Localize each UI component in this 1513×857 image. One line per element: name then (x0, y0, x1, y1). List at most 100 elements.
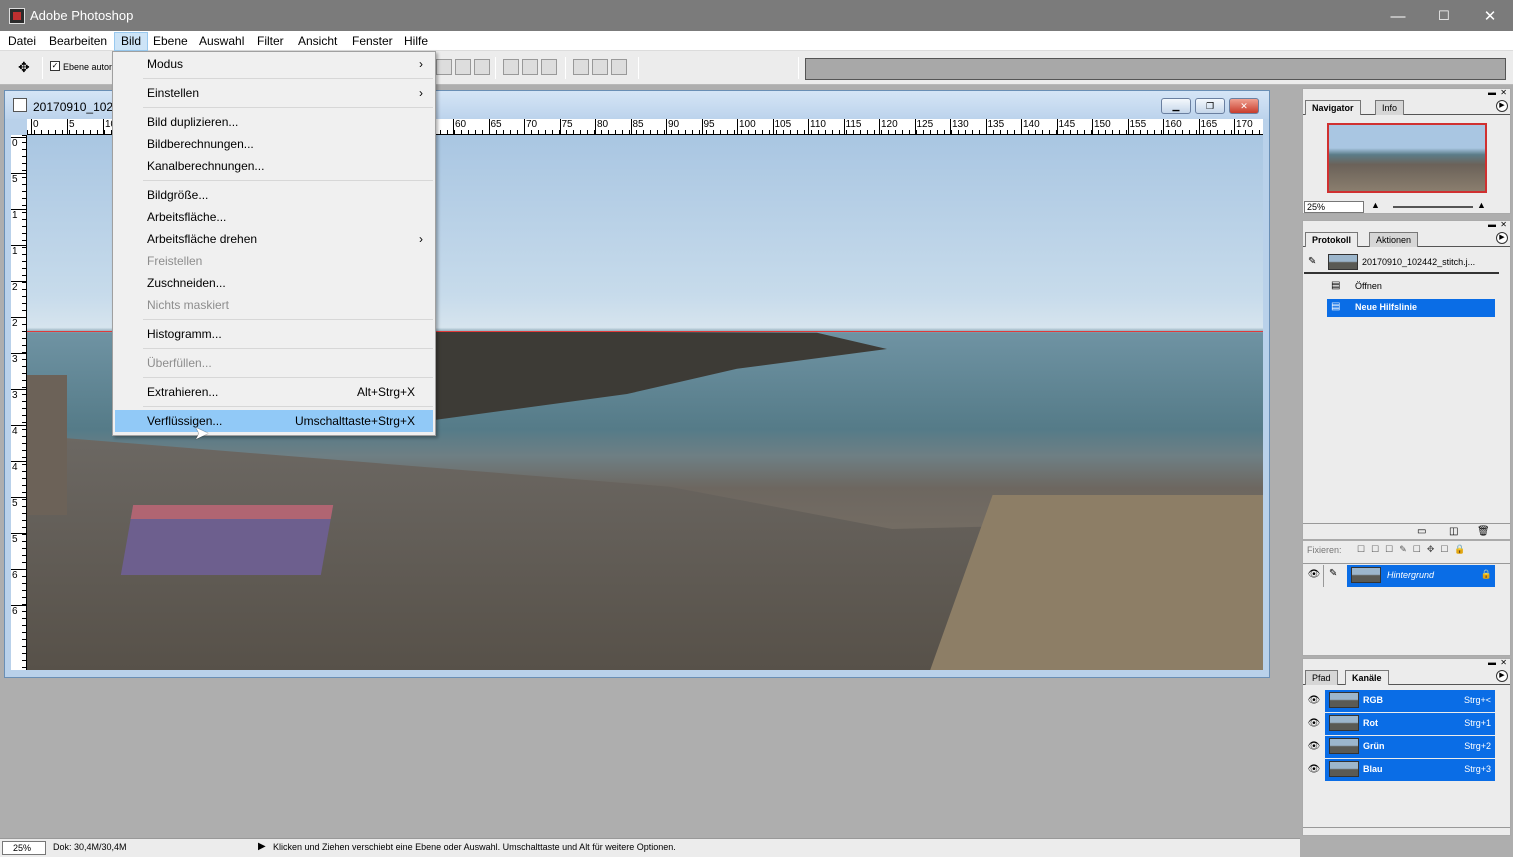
eye-icon[interactable]: 👁 (1307, 694, 1321, 708)
panel-minimize-icon[interactable]: ▬ (1488, 659, 1496, 668)
channel-row[interactable]: Rot Strg+1 (1325, 713, 1495, 735)
menu-bildgroesse[interactable]: Bildgröße... (115, 184, 433, 206)
lock-icons[interactable]: ☐☐☐✎☐✥☐🔒 (1357, 544, 1472, 555)
tab-pfad[interactable]: Pfad (1305, 670, 1338, 685)
new-document-icon[interactable]: ▭ (1417, 526, 1426, 537)
zoom-slider[interactable] (1393, 206, 1473, 208)
panel-menu-icon[interactable]: ▶ (1496, 670, 1508, 682)
ruler-minor-tick (1252, 130, 1253, 134)
distribute-middle-icon[interactable] (522, 59, 538, 75)
ruler-minor-tick (895, 130, 896, 134)
menu-auswahl[interactable]: Auswahl (193, 32, 250, 51)
eye-icon[interactable]: 👁 (1307, 717, 1321, 731)
align-middle-icon[interactable] (455, 59, 471, 75)
channel-name: RGB (1363, 695, 1383, 705)
history-step-guide[interactable]: ▤ Neue Hilfslinie (1327, 299, 1495, 317)
shortcut-label: Alt+Strg+X (356, 385, 415, 399)
ruler-minor-tick (496, 130, 497, 134)
channel-row[interactable]: Grün Strg+2 (1325, 736, 1495, 758)
zoom-in-icon[interactable]: ▲ (1477, 200, 1486, 210)
menu-hilfe[interactable]: Hilfe (398, 32, 434, 51)
doc-minimize-button[interactable]: ▁ (1161, 98, 1191, 114)
status-menu-arrow-icon[interactable]: ▶ (258, 841, 266, 852)
ruler-minor-tick (22, 632, 26, 633)
doc-close-button[interactable]: ✕ (1229, 98, 1259, 114)
ruler-minor-tick (1245, 130, 1246, 134)
trash-icon[interactable]: 🗑 (1477, 526, 1490, 537)
history-snapshot[interactable]: ✎ 20170910_102442_stitch.j... (1304, 252, 1499, 274)
panel-close-icon[interactable]: ✕ (1500, 221, 1507, 230)
layer-row-hintergrund[interactable]: Hintergrund 🔒 (1347, 565, 1495, 587)
ruler-minor-tick (62, 130, 63, 134)
channel-row[interactable]: Blau Strg+3 (1325, 759, 1495, 781)
ruler-minor-tick (22, 485, 26, 486)
ruler-minor-tick (685, 130, 686, 134)
minimize-button[interactable]: — (1375, 4, 1421, 28)
menu-einstellen[interactable]: Einstellen › (115, 82, 433, 104)
menu-bildberechnungen[interactable]: Bildberechnungen... (115, 133, 433, 155)
eye-icon[interactable]: 👁 (1307, 740, 1321, 754)
align-buttons (436, 59, 490, 77)
align-bottom-icon[interactable] (474, 59, 490, 75)
auto-select-label: Ebene autom (63, 62, 117, 72)
ruler-minor-tick (454, 130, 455, 134)
ruler-minor-tick (601, 130, 602, 134)
panel-close-icon[interactable]: ✕ (1500, 659, 1507, 668)
menu-arbeitsflaeche-drehen[interactable]: Arbeitsfläche drehen › (115, 228, 433, 250)
menu-modus[interactable]: Modus › (115, 53, 433, 75)
channel-thumbnail (1329, 692, 1359, 708)
panel-close-icon[interactable]: ✕ (1500, 89, 1507, 98)
ruler-minor-tick (1238, 130, 1239, 134)
tab-navigator[interactable]: Navigator (1305, 100, 1361, 115)
close-button[interactable]: ✕ (1467, 4, 1513, 28)
menu-bild-duplizieren[interactable]: Bild duplizieren... (115, 111, 433, 133)
ruler-minor-tick (22, 275, 26, 276)
menu-bearbeiten[interactable]: Bearbeiten (43, 32, 113, 51)
eye-icon[interactable]: 👁 (1307, 568, 1321, 582)
menu-verfluessigen[interactable]: Verflüssigen... Umschalttaste+Strg+X (115, 410, 433, 432)
tab-protokoll[interactable]: Protokoll (1305, 232, 1359, 247)
ruler-minor-tick (622, 130, 623, 134)
menu-extrahieren[interactable]: Extrahieren... Alt+Strg+X (115, 381, 433, 403)
tab-aktionen[interactable]: Aktionen (1369, 232, 1419, 247)
distribute-bottom-icon[interactable] (541, 59, 557, 75)
menu-bild[interactable]: Bild (114, 32, 149, 51)
ruler-minor-tick (965, 130, 966, 134)
navigator-thumbnail[interactable] (1327, 123, 1487, 193)
menu-arbeitsflaeche[interactable]: Arbeitsfläche... (115, 206, 433, 228)
menu-filter[interactable]: Filter (251, 32, 290, 51)
align-center-icon[interactable] (436, 59, 452, 75)
distribute-top-icon[interactable] (503, 59, 519, 75)
move-icon[interactable]: ✥ (18, 59, 30, 76)
distribute-right-icon[interactable] (611, 59, 627, 75)
panel-minimize-icon[interactable]: ▬ (1488, 221, 1496, 230)
ruler-minor-tick (1098, 130, 1099, 134)
zoom-out-icon[interactable]: ▲ (1371, 200, 1380, 210)
panel-minimize-icon[interactable]: ▬ (1488, 89, 1496, 98)
menu-zuschneiden[interactable]: Zuschneiden... (115, 272, 433, 294)
status-zoom-field[interactable]: 25% (2, 841, 46, 855)
distribute-h-buttons (573, 59, 627, 77)
distribute-left-icon[interactable] (573, 59, 589, 75)
ruler-minor-tick (22, 576, 26, 577)
auto-select-checkbox[interactable]: ✓ (50, 61, 60, 71)
channel-row[interactable]: RGB Strg+< (1325, 690, 1495, 712)
menu-ansicht[interactable]: Ansicht (292, 32, 343, 51)
history-step-open[interactable]: ▤ Öffnen (1327, 278, 1495, 296)
doc-restore-button[interactable]: ❐ (1195, 98, 1225, 114)
menu-datei[interactable]: Datei (2, 32, 42, 51)
menu-ebene[interactable]: Ebene (147, 32, 194, 51)
new-snapshot-icon[interactable]: ◫ (1449, 526, 1458, 537)
menu-histogramm[interactable]: Histogramm... (115, 323, 433, 345)
menu-fenster[interactable]: Fenster (346, 32, 399, 51)
eye-icon[interactable]: 👁 (1307, 763, 1321, 777)
ruler-minor-tick (22, 597, 26, 598)
navigator-zoom-field[interactable]: 25% (1304, 201, 1364, 213)
tab-kanaele[interactable]: Kanäle (1345, 670, 1389, 685)
distribute-center-icon[interactable] (592, 59, 608, 75)
panel-menu-icon[interactable]: ▶ (1496, 100, 1508, 112)
panel-menu-icon[interactable]: ▶ (1496, 232, 1508, 244)
maximize-button[interactable]: ☐ (1421, 4, 1467, 28)
menu-kanalberechnungen[interactable]: Kanalberechnungen... (115, 155, 433, 177)
tab-info[interactable]: Info (1375, 100, 1405, 115)
